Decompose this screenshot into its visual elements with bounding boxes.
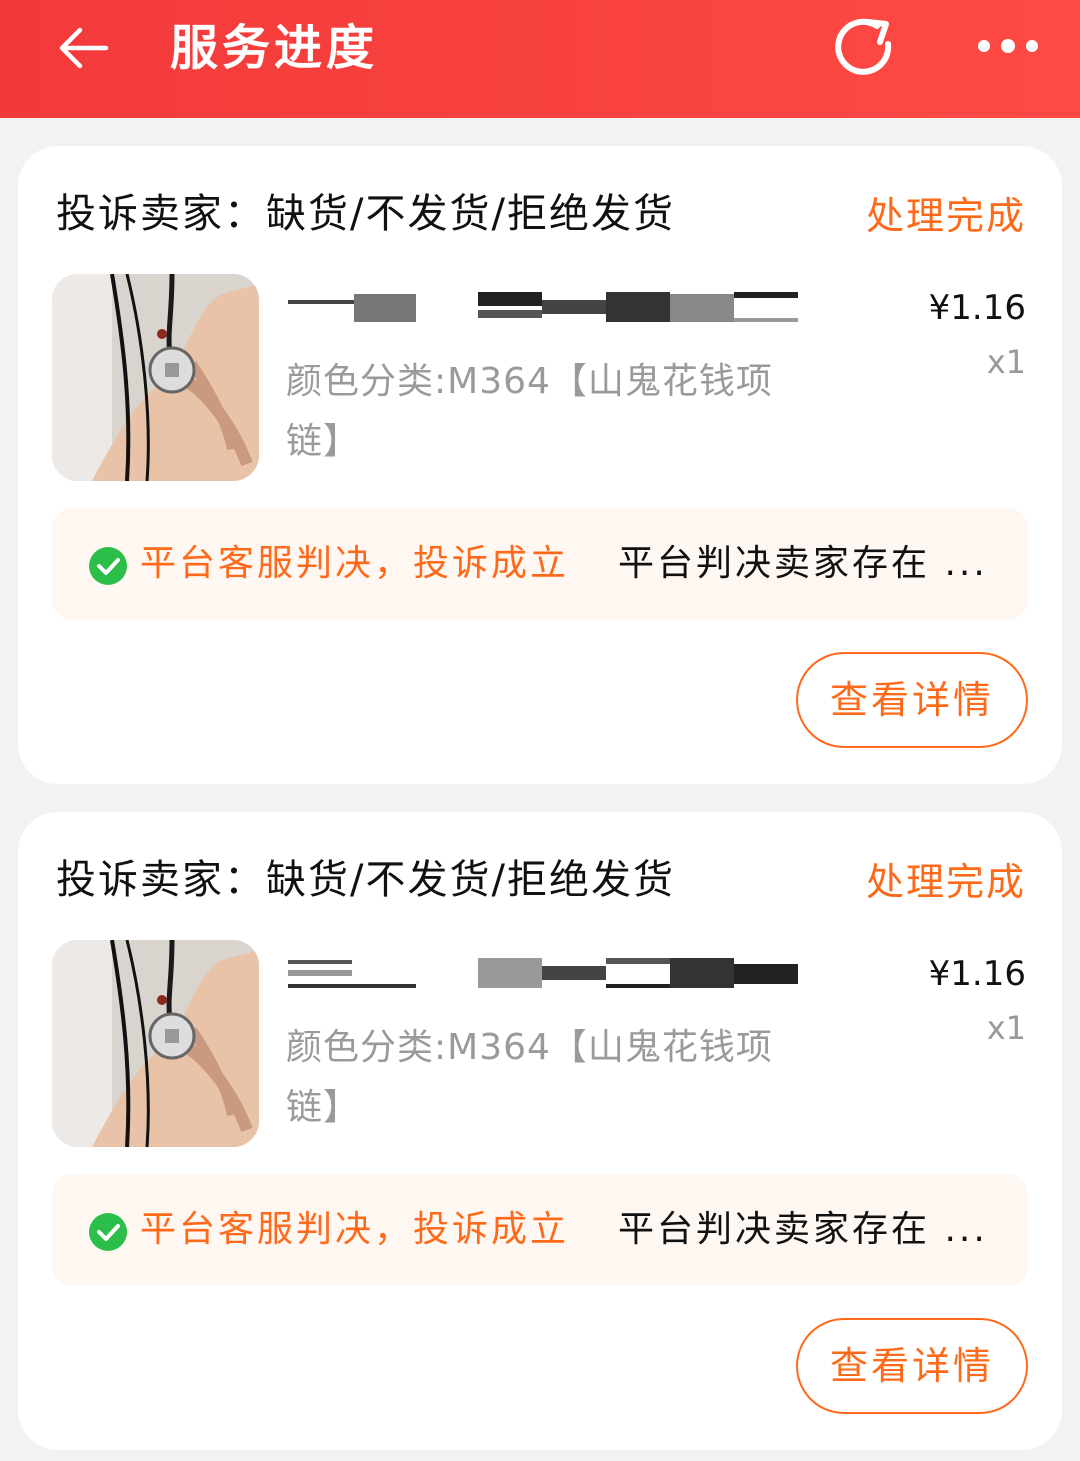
product-variant: 颜色分类:M364【山鬼花钱项链】 bbox=[286, 1027, 773, 1128]
verdict-banner[interactable]: 平台客服判决，投诉成立 平台判决卖家存在 ... bbox=[52, 508, 1028, 620]
check-circle-icon bbox=[89, 1213, 127, 1251]
status-badge: 处理完成 bbox=[865, 860, 1026, 904]
product-image[interactable] bbox=[52, 940, 259, 1147]
verdict-text: 平台判决卖家存在 ... bbox=[618, 543, 988, 584]
check-circle-icon bbox=[89, 547, 127, 585]
product-quantity: x1 bbox=[986, 1009, 1026, 1047]
product-price: ¥1.16 bbox=[928, 288, 1026, 328]
verdict-label: 平台客服判决，投诉成立 bbox=[140, 1209, 570, 1250]
status-badge: 处理完成 bbox=[865, 194, 1026, 238]
view-details-button[interactable]: 查看详情 bbox=[796, 652, 1028, 748]
product-quantity: x1 bbox=[986, 343, 1026, 381]
verdict-label: 平台客服判决，投诉成立 bbox=[140, 543, 570, 584]
page-title: 服务进度 bbox=[170, 20, 379, 76]
more-options-icon[interactable] bbox=[976, 34, 1040, 58]
verdict-text: 平台判决卖家存在 ... bbox=[618, 1209, 988, 1250]
complaint-type: 投诉卖家：缺货/不发货/拒绝发货 bbox=[56, 191, 675, 237]
complaint-type: 投诉卖家：缺货/不发货/拒绝发货 bbox=[56, 857, 675, 903]
product-title-redacted bbox=[288, 292, 798, 322]
back-arrow-icon[interactable] bbox=[56, 24, 112, 72]
view-details-button[interactable]: 查看详情 bbox=[796, 1318, 1028, 1414]
product-image[interactable] bbox=[52, 274, 259, 481]
service-card: 投诉卖家：缺货/不发货/拒绝发货 处理完成 颜色分类:M364【山鬼花钱项链】 … bbox=[18, 812, 1062, 1450]
top-bar: 服务进度 bbox=[0, 0, 1080, 118]
product-variant: 颜色分类:M364【山鬼花钱项链】 bbox=[286, 361, 773, 462]
product-price: ¥1.16 bbox=[928, 954, 1026, 994]
service-card: 投诉卖家：缺货/不发货/拒绝发货 处理完成 颜色分类:M364【山鬼花钱项链】 … bbox=[18, 146, 1062, 784]
refresh-icon[interactable] bbox=[830, 14, 900, 82]
verdict-banner[interactable]: 平台客服判决，投诉成立 平台判决卖家存在 ... bbox=[52, 1174, 1028, 1286]
product-title-redacted bbox=[288, 958, 798, 988]
